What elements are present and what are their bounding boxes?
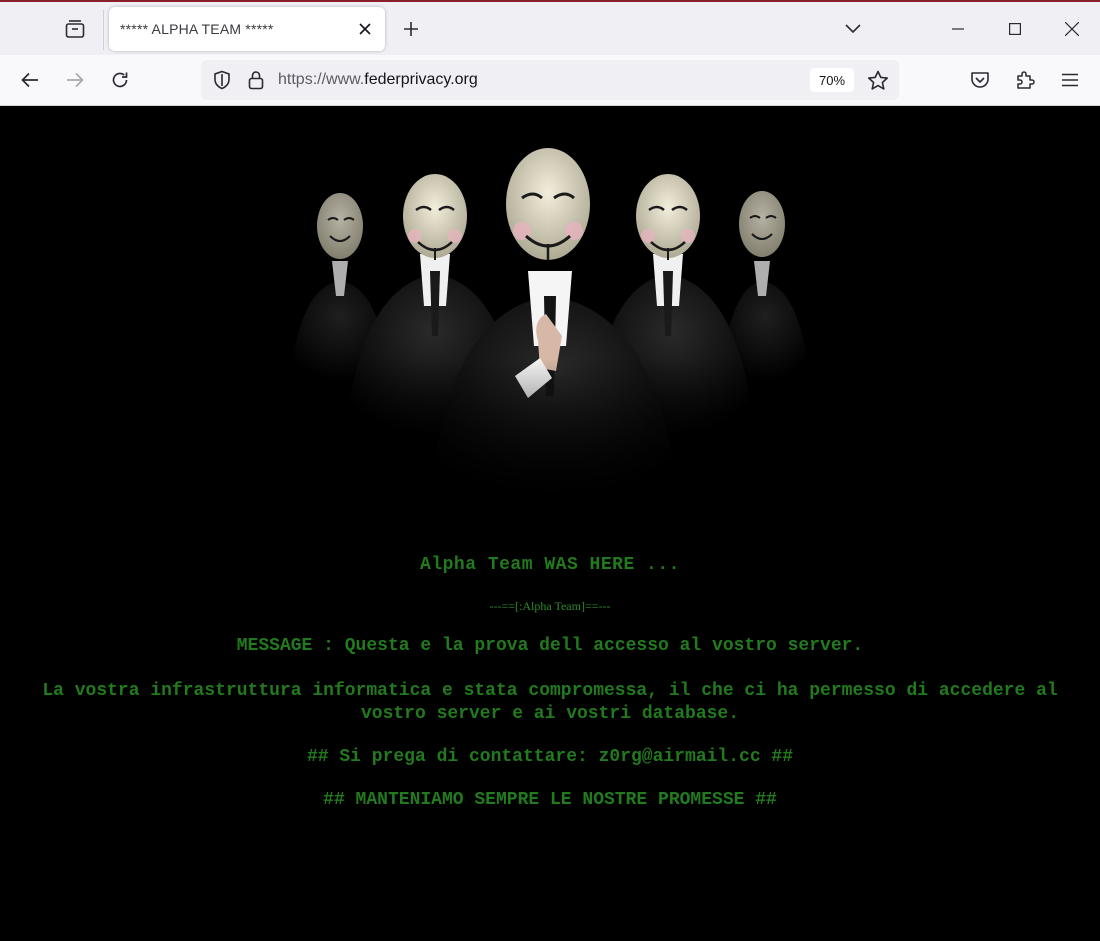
bookmark-button[interactable] — [865, 67, 891, 93]
tab-separator — [103, 10, 104, 50]
navigation-toolbar: https://www.federprivacy.org 70% — [0, 55, 1100, 106]
star-icon — [868, 70, 888, 90]
forward-button[interactable] — [59, 64, 91, 96]
arrow-left-icon — [21, 72, 38, 88]
tab-title: ***** ALPHA TEAM ***** — [120, 21, 274, 37]
infrastructure-line: La vostra infrastruttura informatica e s… — [42, 681, 1058, 724]
back-button[interactable] — [14, 64, 46, 96]
pocket-icon — [971, 72, 989, 88]
url-text[interactable]: https://www.federprivacy.org — [278, 71, 478, 89]
page-content: Alpha Team WAS HERE ... ---==[:Alpha Tea… — [0, 106, 1100, 941]
url-domain: federprivacy.org — [364, 71, 478, 88]
zoom-reset-button[interactable]: 70% — [810, 68, 854, 92]
contact-line: ## Si prega di contattare: z0rg@airmail.… — [306, 747, 794, 767]
tab-active[interactable]: ***** ALPHA TEAM ***** — [109, 7, 385, 51]
url-prefix: https://www. — [278, 71, 365, 88]
title-bar: ***** ALPHA TEAM ***** — [0, 0, 1100, 55]
close-icon — [359, 23, 371, 35]
reload-button[interactable] — [104, 64, 136, 96]
lock-icon — [248, 71, 264, 90]
minimize-icon — [952, 28, 964, 30]
plus-icon — [404, 22, 418, 36]
message-line: MESSAGE : Questa e la prova dell accesso… — [236, 636, 864, 656]
minimize-button[interactable] — [930, 2, 986, 56]
url-bar[interactable]: https://www.federprivacy.org 70% — [201, 60, 899, 100]
site-security-button[interactable] — [244, 68, 268, 92]
promise-line: ## MANTENIAMO SEMPRE LE NOSTRE PROMESSE … — [323, 790, 777, 810]
extensions-button[interactable] — [1009, 64, 1041, 96]
tab-list-icon — [65, 20, 85, 38]
pocket-button[interactable] — [964, 64, 996, 96]
close-window-button[interactable] — [1044, 2, 1100, 56]
tab-list-button[interactable] — [58, 12, 92, 46]
arrow-right-icon — [67, 72, 84, 88]
masked-figures-image — [270, 136, 840, 506]
tracking-protection-button[interactable] — [210, 68, 234, 92]
app-menu-button[interactable] — [1054, 64, 1086, 96]
chevron-down-icon — [845, 24, 861, 34]
maximize-icon — [1009, 23, 1021, 35]
close-tab-button[interactable] — [351, 15, 379, 43]
puzzle-icon — [1017, 71, 1035, 89]
list-all-tabs-button[interactable] — [838, 14, 868, 44]
close-icon — [1065, 22, 1079, 36]
shield-icon — [214, 70, 230, 90]
new-tab-button[interactable] — [396, 14, 426, 44]
reload-icon — [112, 72, 128, 88]
headline: Alpha Team WAS HERE ... — [420, 555, 680, 575]
hamburger-menu-icon — [1062, 73, 1078, 87]
maximize-button[interactable] — [987, 2, 1043, 56]
signature: ---==[:Alpha Team]==--- — [489, 599, 611, 613]
